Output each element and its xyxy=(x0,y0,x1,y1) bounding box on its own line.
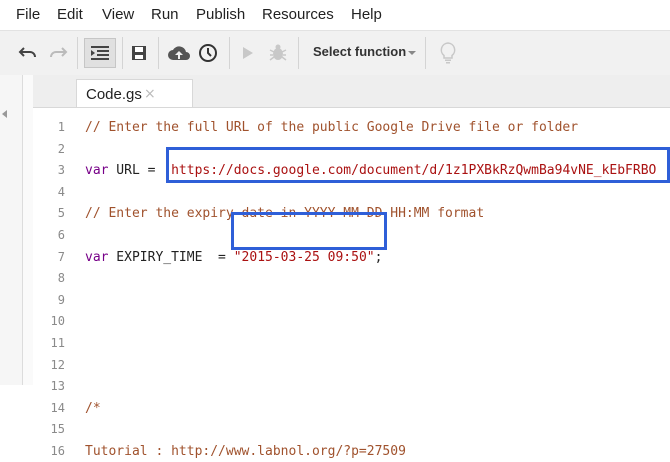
line-number: 15 xyxy=(50,422,65,437)
code-token: /* xyxy=(85,400,101,416)
line-number: 16 xyxy=(50,444,65,458)
save-icon xyxy=(131,45,147,61)
code-token: "2015-03-25 09:50" xyxy=(233,249,375,265)
code-line[interactable]: 12 xyxy=(33,355,670,376)
menu-edit[interactable]: Edit xyxy=(57,6,83,23)
code-line[interactable]: 10 xyxy=(33,311,670,332)
play-icon xyxy=(242,46,254,60)
line-number: 5 xyxy=(57,206,65,221)
select-function-dropdown[interactable]: Select function xyxy=(313,44,406,59)
line-number: 3 xyxy=(57,163,65,178)
code-text: Tutorial : http://www.labnol.org/?p=2750… xyxy=(85,441,406,462)
menu-bar: File Edit View Run Publish Resources Hel… xyxy=(0,0,670,30)
line-number: 11 xyxy=(50,336,65,350)
menu-view[interactable]: View xyxy=(102,6,134,23)
redo-icon xyxy=(48,46,68,60)
deploy-button[interactable] xyxy=(166,38,192,68)
code-line[interactable]: 14 /* xyxy=(33,398,670,419)
line-number: 9 xyxy=(57,292,65,307)
code-token: EXPIRY_TIME = xyxy=(108,249,234,265)
menu-help[interactable]: Help xyxy=(351,6,382,23)
code-token: // Enter the full URL of the public Goog… xyxy=(85,120,579,135)
line-number: 12 xyxy=(50,357,65,372)
toolbar: Select function xyxy=(0,30,670,76)
code-token: Tutorial : http://www.labnol.org/?p=2750… xyxy=(85,444,406,459)
code-token: URL = xyxy=(108,163,164,179)
line-number: 1 xyxy=(57,120,65,134)
code-token: var xyxy=(85,249,109,265)
panel-divider xyxy=(23,75,33,385)
lightbulb-icon xyxy=(440,42,456,64)
code-line[interactable]: 8 xyxy=(33,268,670,289)
code-line[interactable]: 15 xyxy=(33,419,670,440)
line-number: 4 xyxy=(57,184,65,199)
undo-button[interactable] xyxy=(16,38,40,68)
code-line[interactable]: 11 xyxy=(33,333,670,354)
code-token: ; xyxy=(374,249,383,265)
menu-file[interactable]: File xyxy=(16,6,40,23)
code-line[interactable]: 1 // Enter the full URL of the public Goo… xyxy=(33,117,670,138)
bug-icon xyxy=(268,44,288,62)
menu-publish[interactable]: Publish xyxy=(196,6,245,23)
debug-button[interactable] xyxy=(266,38,290,68)
file-panel-collapsed[interactable] xyxy=(0,75,23,385)
tab-label: Code.gs xyxy=(86,86,142,103)
menu-run[interactable]: Run xyxy=(151,6,179,23)
menu-resources[interactable]: Resources xyxy=(262,6,334,23)
tab-bar: Code.gs × xyxy=(33,75,670,108)
undo-icon xyxy=(18,46,38,60)
run-button[interactable] xyxy=(238,38,258,68)
code-text: // Enter the full URL of the public Goog… xyxy=(85,117,578,138)
url-highlight-box xyxy=(166,147,670,183)
indent-button[interactable] xyxy=(84,38,116,68)
save-button[interactable] xyxy=(128,38,150,68)
triggers-button[interactable] xyxy=(196,38,220,68)
line-number: 10 xyxy=(50,314,65,329)
code-line[interactable]: 4 xyxy=(33,182,670,203)
line-number: 14 xyxy=(50,400,65,415)
close-icon[interactable]: × xyxy=(144,86,156,102)
indent-icon xyxy=(91,46,109,60)
hint-button[interactable] xyxy=(436,38,460,68)
chevron-down-icon xyxy=(408,51,416,55)
clock-icon xyxy=(198,43,218,63)
cloud-upload-icon xyxy=(167,44,191,62)
line-number: 7 xyxy=(57,249,65,264)
line-number: 6 xyxy=(57,228,65,242)
line-number: 8 xyxy=(57,271,65,286)
code-text: /* xyxy=(85,398,101,419)
line-number: 2 xyxy=(57,141,65,156)
code-line[interactable]: 13 xyxy=(33,376,670,397)
code-line[interactable]: 9 xyxy=(33,290,670,311)
redo-button[interactable] xyxy=(46,38,70,68)
line-number: 13 xyxy=(50,379,65,394)
tab-code-gs[interactable]: Code.gs × xyxy=(76,79,193,107)
code-line[interactable]: 16 Tutorial : http://www.labnol.org/?p=27… xyxy=(33,441,670,462)
chevron-left-icon xyxy=(2,110,7,118)
expiry-highlight-box xyxy=(231,212,387,250)
code-token: var xyxy=(85,163,109,179)
